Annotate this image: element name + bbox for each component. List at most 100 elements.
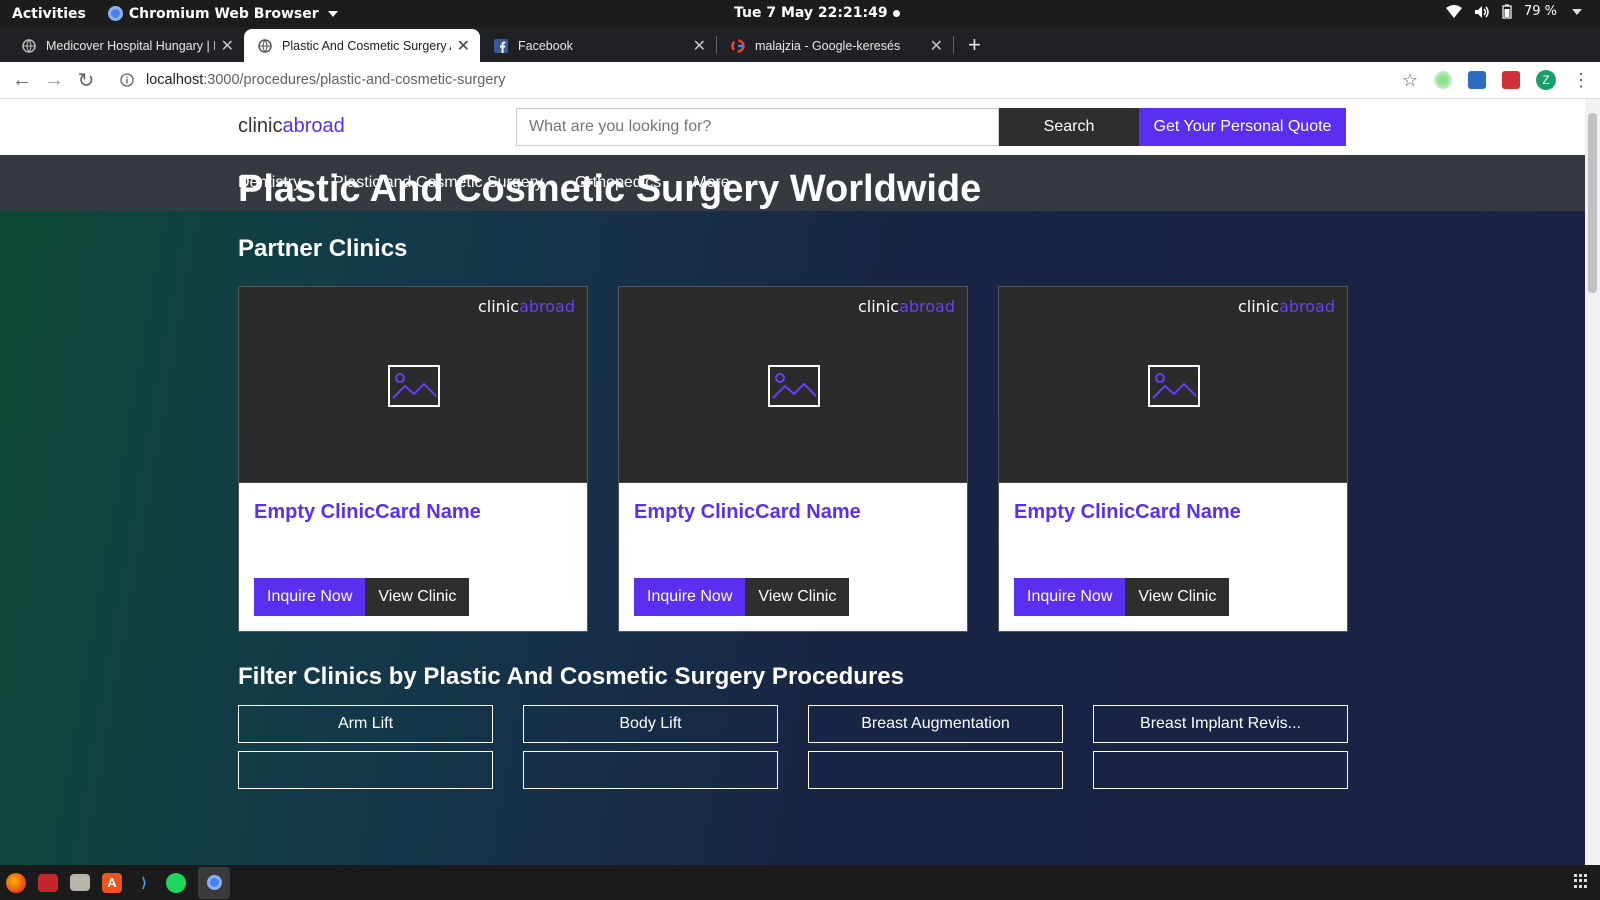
image-placeholder-icon bbox=[1148, 365, 1200, 407]
firefox-icon[interactable] bbox=[6, 872, 26, 893]
page-scrollbar[interactable] bbox=[1585, 99, 1600, 865]
tab-medicover[interactable]: Medicover Hospital Hungary | B ✕ bbox=[8, 29, 244, 62]
clinic-image-placeholder[interactable]: clinicabroad bbox=[239, 287, 587, 483]
card-actions: Inquire Now View Clinic bbox=[1014, 578, 1230, 616]
card-logo: clinicabroad bbox=[857, 297, 955, 316]
reload-icon[interactable]: ↻ bbox=[70, 68, 102, 93]
vscode-icon[interactable]: ⟩ bbox=[134, 872, 154, 893]
back-arrow-icon[interactable]: ← bbox=[6, 69, 38, 92]
terminal-red-icon[interactable] bbox=[38, 873, 58, 892]
url-host: localhost bbox=[146, 72, 204, 88]
page-title: Plastic And Cosmetic Surgery Worldwide bbox=[238, 168, 982, 210]
filter-next-row[interactable] bbox=[523, 751, 778, 789]
filter-next-row[interactable] bbox=[808, 751, 1063, 789]
tab-google-search[interactable]: malajzia - Google-keresés ✕ bbox=[717, 29, 953, 62]
tab-strip: Medicover Hospital Hungary | B ✕ Plastic… bbox=[0, 27, 1600, 62]
chevron-down-icon bbox=[1572, 8, 1582, 15]
url-path: :3000/procedures/plastic-and-cosmetic-su… bbox=[203, 72, 506, 88]
globe-icon bbox=[22, 38, 36, 53]
tab-title: malajzia - Google-keresés bbox=[755, 38, 901, 53]
search-button[interactable]: Search bbox=[999, 108, 1139, 146]
filter-next-row[interactable] bbox=[238, 751, 493, 789]
extension-green-icon[interactable] bbox=[1434, 71, 1452, 89]
page-viewport: clinicabroad Search Get Your Personal Qu… bbox=[0, 99, 1585, 865]
clinic-card: clinicabroad Empty ClinicCard Name Inqui… bbox=[238, 286, 588, 632]
globe-icon bbox=[258, 38, 272, 53]
procedure-filters: Arm Lift Body Lift Breast Augmentation B… bbox=[238, 705, 1348, 789]
clinic-name[interactable]: Empty ClinicCard Name bbox=[1014, 501, 1241, 524]
tab-title: Plastic And Cosmetic Surgery Al bbox=[282, 38, 451, 53]
show-apps-grid-icon[interactable] bbox=[1574, 874, 1588, 888]
filter-breast-augmentation[interactable]: Breast Augmentation bbox=[808, 705, 1063, 743]
filter-arm-lift[interactable]: Arm Lift bbox=[238, 705, 493, 743]
activities-button[interactable]: Activities bbox=[12, 6, 86, 22]
google-icon bbox=[731, 38, 745, 53]
system-top-bar: Activities Chromium Web Browser Tue 7 Ma… bbox=[0, 0, 1600, 27]
tab-title: Facebook bbox=[518, 38, 573, 53]
clinic-cards: clinicabroad Empty ClinicCard Name Inqui… bbox=[238, 286, 1348, 632]
image-placeholder-icon bbox=[388, 365, 440, 407]
view-clinic-button[interactable]: View Clinic bbox=[745, 578, 850, 616]
battery-icon bbox=[1502, 4, 1512, 19]
volume-icon bbox=[1474, 5, 1489, 18]
software-center-icon[interactable]: A bbox=[102, 872, 122, 893]
toolbar-actions: ☆ Z ⋮ bbox=[1402, 70, 1590, 90]
taskbar-dock: A ⟩ bbox=[0, 865, 1600, 900]
facebook-icon bbox=[494, 38, 508, 53]
view-clinic-button[interactable]: View Clinic bbox=[365, 578, 470, 616]
site-logo[interactable]: clinicabroad bbox=[238, 115, 345, 138]
profile-avatar[interactable]: Z bbox=[1536, 70, 1556, 90]
app-menu[interactable]: Chromium Web Browser bbox=[107, 5, 338, 22]
procedure-filter-heading: Filter Clinics by Plastic And Cosmetic S… bbox=[238, 663, 904, 690]
system-status-area[interactable]: 79 % bbox=[1445, 4, 1582, 19]
clock-text: Tue 7 May 22:21:49 bbox=[734, 5, 888, 21]
close-icon[interactable]: ✕ bbox=[930, 36, 943, 56]
site-header: clinicabroad Search Get Your Personal Qu… bbox=[0, 99, 1585, 155]
partner-clinics-heading: Partner Clinics bbox=[238, 235, 408, 262]
clinic-image-placeholder[interactable]: clinicabroad bbox=[999, 287, 1347, 483]
scrollbar-thumb[interactable] bbox=[1588, 113, 1597, 293]
tab-separator bbox=[953, 35, 954, 54]
get-quote-button[interactable]: Get Your Personal Quote bbox=[1139, 108, 1346, 146]
clinic-image-placeholder[interactable]: clinicabroad bbox=[619, 287, 967, 483]
files-icon[interactable] bbox=[70, 874, 90, 891]
more-menu-icon[interactable]: ⋮ bbox=[1572, 71, 1590, 89]
tab-facebook[interactable]: Facebook ✕ bbox=[480, 29, 716, 62]
new-tab-button[interactable]: + bbox=[968, 32, 981, 58]
extension-red-icon[interactable] bbox=[1502, 71, 1520, 89]
image-placeholder-icon bbox=[768, 365, 820, 407]
filter-body-lift[interactable]: Body Lift bbox=[523, 705, 778, 743]
inquire-now-button[interactable]: Inquire Now bbox=[1014, 578, 1126, 616]
inquire-now-button[interactable]: Inquire Now bbox=[634, 578, 746, 616]
filter-breast-implant-revision[interactable]: Breast Implant Revis... bbox=[1093, 705, 1348, 743]
card-actions: Inquire Now View Clinic bbox=[634, 578, 850, 616]
tab-plastic-surgery[interactable]: Plastic And Cosmetic Surgery Al ✕ bbox=[244, 29, 480, 62]
address-bar[interactable]: localhost:3000/procedures/plastic-and-co… bbox=[120, 72, 505, 88]
clinic-card: clinicabroad Empty ClinicCard Name Inqui… bbox=[998, 286, 1348, 632]
inquire-now-button[interactable]: Inquire Now bbox=[254, 578, 366, 616]
close-icon[interactable]: ✕ bbox=[221, 36, 234, 56]
star-icon[interactable]: ☆ bbox=[1402, 71, 1418, 89]
extension-blue-icon[interactable] bbox=[1468, 71, 1486, 89]
view-clinic-button[interactable]: View Clinic bbox=[1125, 578, 1230, 616]
clinic-card: clinicabroad Empty ClinicCard Name Inqui… bbox=[618, 286, 968, 632]
filter-next-row[interactable] bbox=[1093, 751, 1348, 789]
card-logo: clinicabroad bbox=[477, 297, 575, 316]
spotify-icon[interactable] bbox=[166, 872, 186, 893]
clinic-name[interactable]: Empty ClinicCard Name bbox=[254, 501, 481, 524]
battery-percent: 79 % bbox=[1523, 4, 1557, 19]
close-icon[interactable]: ✕ bbox=[693, 36, 706, 56]
browser-toolbar: ← → ↻ localhost:3000/procedures/plastic-… bbox=[0, 62, 1600, 99]
chromium-dock-icon[interactable] bbox=[198, 866, 230, 899]
search-input[interactable] bbox=[516, 108, 999, 146]
wifi-icon bbox=[1445, 4, 1462, 18]
chromium-icon bbox=[107, 6, 123, 21]
close-icon[interactable]: ✕ bbox=[457, 36, 470, 56]
notification-dot-icon bbox=[892, 9, 900, 17]
app-name: Chromium Web Browser bbox=[128, 5, 319, 22]
clock[interactable]: Tue 7 May 22:21:49 bbox=[734, 5, 900, 21]
clinic-name[interactable]: Empty ClinicCard Name bbox=[634, 501, 861, 524]
forward-arrow-icon[interactable]: → bbox=[38, 69, 70, 92]
tab-title: Medicover Hospital Hungary | B bbox=[46, 38, 215, 53]
chevron-down-icon bbox=[327, 10, 338, 17]
